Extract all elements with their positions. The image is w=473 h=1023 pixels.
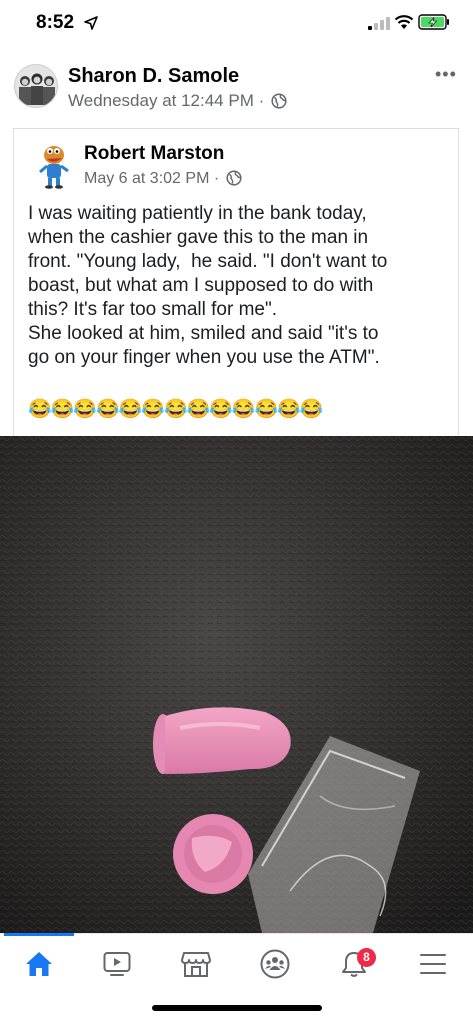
shared-post-timestamp[interactable]: May 6 at 3:02 PM · <box>84 170 242 188</box>
notification-count-badge: 8 <box>357 948 376 967</box>
more-options-icon[interactable]: ••• <box>435 64 457 85</box>
tab-home[interactable] <box>17 944 61 984</box>
tab-notifications[interactable]: 8 <box>332 944 376 984</box>
status-bar: 8:52 <box>0 0 473 50</box>
marketplace-icon <box>181 952 211 977</box>
laughing-emoji-row: 😂😂😂😂😂😂😂😂😂😂😂😂😂 <box>28 399 324 420</box>
shared-post-text: I was waiting patiently in the bank toda… <box>28 203 388 368</box>
post-timestamp[interactable]: Wednesday at 12:44 PM · <box>68 91 287 111</box>
groups-icon <box>260 949 290 979</box>
tab-menu[interactable] <box>411 944 455 984</box>
tab-groups[interactable] <box>253 944 297 984</box>
battery-charging-icon <box>418 14 449 30</box>
globe-icon <box>226 170 242 186</box>
active-tab-indicator <box>4 933 74 936</box>
post-timestamp-text: Wednesday at 12:44 PM <box>68 91 254 110</box>
shared-author-name[interactable]: Robert Marston <box>84 143 224 165</box>
status-time: 8:52 <box>36 12 75 33</box>
menu-icon <box>420 954 446 974</box>
post-photo[interactable] <box>0 436 473 933</box>
home-icon <box>26 952 52 976</box>
location-arrow-icon <box>84 16 98 30</box>
home-indicator-bar[interactable] <box>152 1005 322 1011</box>
shared-post-card[interactable]: Robert Marston May 6 at 3:02 PM · I was … <box>13 128 459 436</box>
finger-cots-photo-image <box>0 436 473 933</box>
wifi-icon <box>394 15 414 29</box>
author-name[interactable]: Sharon D. Samole <box>68 65 239 88</box>
cartoon-avatar-image[interactable] <box>28 139 76 189</box>
tab-watch[interactable] <box>95 944 139 984</box>
globe-icon <box>271 93 287 109</box>
shared-timestamp-text: May 6 at 3:02 PM <box>84 170 210 187</box>
watch-icon <box>103 952 131 976</box>
tab-marketplace[interactable] <box>174 944 218 984</box>
cellular-signal-icon <box>368 17 390 30</box>
author-avatar[interactable] <box>14 64 58 108</box>
post-header: Sharon D. Samole Wednesday at 12:44 PM ·… <box>0 62 473 122</box>
group-photo-avatar-image <box>15 65 57 107</box>
